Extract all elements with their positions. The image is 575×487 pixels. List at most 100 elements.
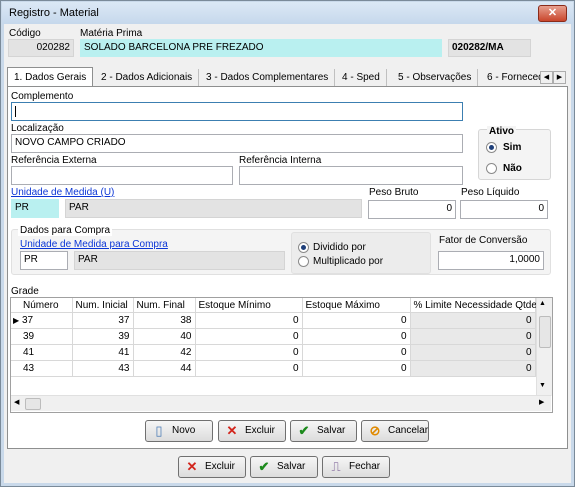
referencia-externa-input[interactable] <box>11 166 233 185</box>
table-row[interactable]: 41 41 42 0 0 0 <box>11 344 536 361</box>
ativo-group: Ativo Sim Não <box>478 126 551 180</box>
complemento-input[interactable] <box>11 102 463 121</box>
table-cell[interactable]: 0 <box>410 312 536 329</box>
tab-dados-gerais[interactable]: 1. Dados Gerais <box>7 67 94 88</box>
table-cell[interactable]: 39 <box>72 328 134 345</box>
excluir-grade-button[interactable]: ✕ Excluir <box>218 420 286 442</box>
codigo-label: Código <box>9 28 41 39</box>
referencia-interna-input[interactable] <box>239 166 463 185</box>
tab-dados-complementares[interactable]: 3 - Dados Complementares <box>200 69 336 86</box>
novo-button[interactable]: ▯ Novo <box>145 420 213 442</box>
cell-value: 37 <box>21 315 34 326</box>
table-cell[interactable]: 0 <box>410 344 536 361</box>
unidade-compra-code-field[interactable]: PR <box>20 251 68 270</box>
table-cell[interactable]: 0 <box>195 360 303 377</box>
column-header-limite-necessidade[interactable]: % Limite Necessidade Qtde <box>410 298 537 313</box>
tab-label: 5 - Observações <box>398 72 472 83</box>
tab-dados-adicionais[interactable]: 2 - Dados Adicionais <box>95 69 200 86</box>
grade-table[interactable]: Número Num. Inicial Num. Final Estoque M… <box>10 297 553 413</box>
horizontal-scroll-thumb[interactable] <box>25 398 41 410</box>
ativo-nao-label: Não <box>503 163 522 174</box>
scroll-left-icon[interactable]: ◀ <box>14 398 19 406</box>
unidade-desc-field: PAR <box>65 199 362 218</box>
material-window: Registro - Material ✕ Código 020282 Maté… <box>0 0 575 487</box>
column-header-num-inicial[interactable]: Num. Inicial <box>72 298 134 313</box>
excluir-button[interactable]: ✕ Excluir <box>178 456 246 478</box>
table-row[interactable]: ▶ 37 37 38 0 0 0 <box>11 312 536 329</box>
tab-sped[interactable]: 4 - Sped <box>336 69 387 86</box>
fechar-button-label: Fechar <box>349 461 381 472</box>
table-cell[interactable]: ▶ 37 <box>11 312 73 329</box>
excluir-grade-label: Excluir <box>245 425 276 436</box>
vertical-scroll-thumb[interactable] <box>539 316 551 348</box>
table-row[interactable]: 43 43 44 0 0 0 <box>11 360 536 377</box>
conversion-operator-group: Dividido por Multiplicado por <box>291 232 431 274</box>
table-cell[interactable]: 0 <box>302 344 411 361</box>
codigo-field[interactable]: 020282 <box>8 39 74 57</box>
tab-observacoes[interactable]: 5 - Observações <box>392 69 479 86</box>
column-header-estoque-maximo[interactable]: Estoque Máximo <box>302 298 411 313</box>
table-cell[interactable]: 0 <box>195 344 303 361</box>
peso-liquido-input[interactable]: 0 <box>460 200 548 219</box>
ativo-label: Ativo <box>487 126 516 137</box>
scroll-right-icon[interactable]: ▶ <box>539 398 544 406</box>
unidade-medida-link[interactable]: Unidade de Medida (U) <box>11 187 114 198</box>
new-document-icon: ▯ <box>155 423 163 438</box>
grade-horizontal-scrollbar[interactable]: ◀ ▶ <box>11 395 551 411</box>
grade-vertical-scrollbar[interactable]: ▲ ▼ <box>536 298 552 396</box>
column-header-num-final[interactable]: Num. Final <box>133 298 196 313</box>
dados-compra-group: Dados para Compra Unidade de Medida para… <box>11 225 551 275</box>
table-cell[interactable]: 39 <box>11 328 73 345</box>
table-cell[interactable]: 40 <box>133 328 196 345</box>
checkmark-icon: ✔ <box>258 459 270 474</box>
materia-prima-field[interactable]: SOLADO BARCELONA PRE FREZADO <box>80 39 442 57</box>
peso-bruto-label: Peso Bruto <box>369 187 419 198</box>
table-cell[interactable]: 43 <box>72 360 134 377</box>
table-cell[interactable]: 43 <box>11 360 73 377</box>
table-row[interactable]: 39 39 40 0 0 0 <box>11 328 536 345</box>
table-cell[interactable]: 0 <box>302 360 411 377</box>
table-cell[interactable]: 0 <box>410 328 536 345</box>
localizacao-input[interactable]: NOVO CAMPO CRIADO <box>11 134 463 153</box>
table-cell[interactable]: 42 <box>133 344 196 361</box>
fechar-button[interactable]: ⎍ Fechar <box>322 456 390 478</box>
unidade-compra-link[interactable]: Unidade de Medida para Compra <box>20 239 168 250</box>
peso-bruto-input[interactable]: 0 <box>368 200 456 219</box>
column-header-estoque-minimo[interactable]: Estoque Mínimo <box>195 298 303 313</box>
unidade-code-field[interactable]: PR <box>11 199 59 218</box>
table-cell[interactable]: 38 <box>133 312 196 329</box>
column-header-numero[interactable]: Número <box>11 298 73 313</box>
fator-conversao-label: Fator de Conversão <box>439 235 528 246</box>
ativo-nao-radio[interactable] <box>486 163 497 174</box>
scroll-up-icon[interactable]: ▲ <box>539 300 546 307</box>
table-cell[interactable]: 0 <box>302 312 411 329</box>
delete-x-icon: ✕ <box>226 423 238 438</box>
close-button[interactable]: ✕ <box>538 5 567 22</box>
dados-compra-label: Dados para Compra <box>18 225 113 236</box>
door-exit-icon: ⎍ <box>331 459 341 474</box>
dividido-por-label: Dividido por <box>313 242 366 253</box>
salvar-button[interactable]: ✔ Salvar <box>250 456 318 478</box>
multiplicado-por-radio[interactable] <box>298 256 309 267</box>
tab-scroll-left-icon[interactable]: ◀ <box>540 71 553 84</box>
table-cell[interactable]: 41 <box>11 344 73 361</box>
salvar-grade-button[interactable]: ✔ Salvar <box>290 420 357 442</box>
table-cell[interactable]: 37 <box>72 312 134 329</box>
table-cell[interactable]: 41 <box>72 344 134 361</box>
table-cell[interactable]: 44 <box>133 360 196 377</box>
cancel-circle-icon: ⊘ <box>369 423 381 438</box>
materia-prima-label: Matéria Prima <box>80 28 143 39</box>
scroll-down-icon[interactable]: ▼ <box>539 382 546 389</box>
table-cell[interactable]: 0 <box>195 312 303 329</box>
table-cell[interactable]: 0 <box>410 360 536 377</box>
tab-label: 2 - Dados Adicionais <box>101 72 193 83</box>
table-cell[interactable]: 0 <box>195 328 303 345</box>
dividido-por-radio[interactable] <box>298 242 309 253</box>
cell-value: 41 <box>23 347 35 358</box>
fator-conversao-input[interactable]: 1,0000 <box>438 251 544 270</box>
table-cell[interactable]: 0 <box>302 328 411 345</box>
tab-scroll-right-icon[interactable]: ▶ <box>553 71 566 84</box>
reference-code-field[interactable]: 020282/MA <box>448 39 531 57</box>
cancelar-button[interactable]: ⊘ Cancelar <box>361 420 429 442</box>
ativo-sim-radio[interactable] <box>486 142 497 153</box>
